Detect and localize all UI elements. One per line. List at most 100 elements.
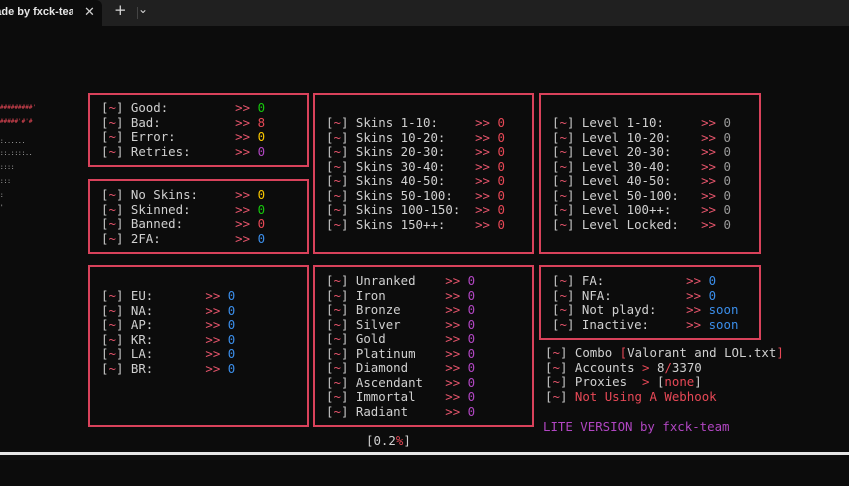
skins-row: [~] Skins 150++: >> 0 [326,216,505,233]
bracket-close: ] [340,331,349,346]
tilde-marker: ~ [333,115,341,130]
bracket-close: ] [340,345,349,361]
tilde-marker: ~ [108,288,116,303]
stat-value: 0 [497,202,505,217]
bracket-close: ] [340,158,349,174]
arrow: >> [475,173,490,188]
ascii-art-white-6: ' [0,204,4,211]
stat-label: BR: [130,360,154,376]
stat-label: Skinned: [130,201,191,217]
tilde-marker: ~ [333,374,341,390]
arrow: >> [235,114,251,130]
tilde-marker: ~ [333,187,341,203]
bracket-close: ] [566,187,575,203]
stat-label: Ascendant [355,374,424,390]
level-row: [~] Level 10-20: >> 0 [552,129,731,146]
stat-label: Skins 100-150: [355,202,461,217]
tab-bar: Tool made by fxck-team ✕ + ⌄ [0,0,849,26]
tilde-marker: ~ [108,143,116,159]
bracket-close: ] [566,158,575,174]
tilde-marker: ~ [559,173,567,188]
arrow: >> [701,115,716,130]
ascii-art-white-4: ::: [0,178,11,185]
ascii-art-white-3: :::: [0,164,15,171]
bracket-close: ] [340,374,349,390]
tilde-marker: ~ [108,360,116,376]
rank-row: [~] Bronze >> 0 [326,302,475,318]
tilde-marker: ~ [333,389,341,404]
tilde-marker: ~ [559,302,567,317]
bracket-close: ] [340,316,349,332]
stat-label: LA: [130,346,154,361]
tilde-marker: ~ [333,287,341,303]
bracket-close: ] [566,273,575,288]
stat-value: soon [708,316,739,332]
terminal-tab[interactable]: Tool made by fxck-team ✕ [0,0,102,26]
stat-value: 0 [723,144,731,159]
stat-label: Skins 1-10: [355,115,438,130]
bracket-close: ] [340,389,349,404]
bracket-close: ] [340,360,349,375]
bracket-close: ] [115,288,124,303]
stat-value: 0 [467,389,476,404]
tilde-marker: ~ [333,202,341,217]
stat-value: 0 [467,331,476,346]
arrow: >> [235,100,251,115]
rank-row: [~] Unranked >> 0 [326,273,476,289]
region-row: [~] NA: >> 0 [101,302,236,319]
tilde-marker: ~ [108,317,116,332]
combo-file: Valorant and LOL.txt [627,345,777,360]
close-icon[interactable]: ✕ [84,4,95,20]
tilde-marker: ~ [108,187,116,202]
stat-value: 0 [467,345,476,361]
skins-row: [~] Skins 10-20: >> 0 [326,129,505,146]
stat-value: 0 [467,273,476,288]
stat-label: Skins 10-20: [355,129,446,145]
skins-row: [~] Skins 20-30: >> 0 [326,144,505,160]
arrow: >> [701,158,716,174]
stat-value: 0 [467,316,476,332]
proxies-line: [~] Proxies > [none] [545,374,702,389]
stat-value: 0 [497,187,505,203]
rank-row: [~] Gold >> 0 [326,331,476,347]
stat-label: Level 40-50: [581,173,672,188]
stat-value: 0 [227,302,236,318]
region-row: [~] LA: >> 0 [101,346,235,362]
bracket-close: ] [115,129,124,144]
tilde-marker: ~ [333,302,341,317]
stat-label: Level 10-20: [581,129,672,145]
arrow: >> [701,129,716,145]
new-tab-button[interactable]: + [114,1,127,19]
tilde-marker: ~ [108,114,116,130]
stat-label: Unranked [355,273,416,288]
region-row: [~] AP: >> 0 [101,317,235,333]
combo-line: [~] Combo [Valorant and LOL.txt] [545,345,784,360]
bracket-close: ] [115,346,124,361]
bracket-close: ] [115,317,124,332]
arrow: >> [701,202,716,217]
arrow: >> [686,273,702,288]
ascii-art-white-2: ::.::::.. [0,150,33,157]
arrow: >> [205,346,221,361]
stat-label: Level 30-40: [581,158,672,174]
stat-label: Not playd: [581,302,657,317]
arrow: >> [475,216,490,232]
arrow: >> [445,331,461,346]
stat-label: Skins 40-50: [355,173,446,188]
tilde-marker: ~ [559,187,567,203]
arrow: >> [445,273,461,288]
stat-value: 0 [723,173,731,188]
tilde-marker: ~ [333,316,341,332]
stat-value: 0 [723,202,731,217]
stat-label: Level 1-10: [581,115,664,130]
tilde-marker: ~ [108,302,116,318]
tilde-marker: ~ [333,360,341,375]
bracket-close: ] [340,144,349,159]
tilde-marker: ~ [559,144,567,159]
bracket-close: ] [115,143,124,159]
arrow: >> [235,187,251,202]
tilde-marker: ~ [559,129,567,145]
stat-value: 0 [723,115,731,130]
chevron-down-icon[interactable]: ⌄ [138,2,148,16]
stat-label: Level Locked: [581,216,679,232]
